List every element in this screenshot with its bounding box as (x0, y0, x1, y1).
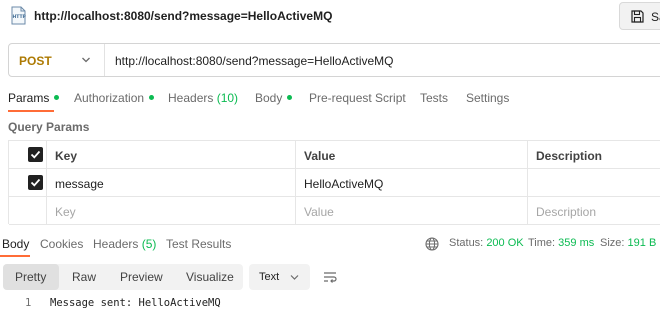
tab-authorization[interactable]: Authorization (74, 91, 155, 105)
active-dot-icon (149, 95, 155, 100)
view-preview-label: Preview (120, 270, 163, 284)
new-description-placeholder: Description (536, 205, 597, 219)
key-column-label: Key (55, 149, 78, 163)
url-bar: POST http://localhost:8080/send?message=… (8, 43, 660, 77)
view-pretty-button[interactable]: Pretty (3, 264, 59, 290)
request-title-bar: HTTP http://localhost:8080/send?message=… (0, 0, 660, 32)
value-column-header: Value (296, 141, 528, 169)
query-params-heading: Query Params (8, 120, 90, 134)
status-value: 200 OK (486, 237, 524, 249)
active-dot-icon (54, 95, 60, 100)
active-response-tab-indicator (0, 255, 30, 257)
tab-headers-count: (10) (216, 91, 239, 105)
size-readout: Size: 191 B (600, 237, 656, 249)
tab-headers-label: Headers (168, 91, 214, 105)
response-view-toggle: Pretty Raw Preview Visualize (3, 264, 243, 290)
response-body[interactable]: 1 Message sent: HelloActiveMQ (0, 294, 660, 318)
url-input[interactable]: http://localhost:8080/send?message=Hello… (115, 54, 394, 68)
format-select-value: Text (259, 271, 280, 283)
param-value: HelloActiveMQ (304, 177, 384, 191)
line-number: 1 (25, 297, 32, 309)
chevron-down-icon (290, 275, 299, 280)
view-visualize-button[interactable]: Visualize (173, 264, 243, 290)
description-column-header: Description (528, 141, 660, 169)
resp-tab-test-results[interactable]: Test Results (166, 237, 231, 251)
response-text: Message sent: HelloActiveMQ (50, 297, 221, 309)
tab-authorization-label: Authorization (74, 91, 145, 105)
value-column-label: Value (304, 149, 336, 163)
tab-headers[interactable]: Headers (10) (168, 91, 238, 105)
row-checkbox-cell (9, 169, 47, 197)
param-description-cell[interactable] (528, 169, 660, 197)
format-select[interactable]: Text (249, 264, 310, 290)
time-label: Time: (528, 237, 556, 249)
method-select[interactable]: POST (9, 44, 105, 76)
key-column-header: Key (47, 141, 296, 169)
checkbox-checked-icon (30, 150, 41, 159)
method-label: POST (19, 54, 52, 68)
new-value-placeholder: Value (304, 205, 334, 219)
checkbox-checked-icon (30, 178, 41, 187)
active-tab-indicator (8, 110, 54, 112)
time-readout: Time: 359 ms (528, 237, 594, 249)
table-row-new: Key Value Description (9, 197, 660, 225)
resp-tab-headers-count: (5) (141, 237, 157, 251)
tab-body[interactable]: Body (255, 91, 293, 105)
param-value-cell[interactable]: HelloActiveMQ (296, 169, 528, 197)
view-preview-button[interactable]: Preview (107, 264, 173, 290)
resp-tab-body[interactable]: Body (2, 237, 29, 251)
view-pretty-label: Pretty (15, 270, 47, 284)
select-all-checkbox[interactable] (28, 147, 43, 162)
checkbox-header-cell (9, 141, 47, 169)
new-row-checkbox-cell (9, 197, 47, 225)
table-header-row: Key Value Description (9, 141, 660, 169)
param-key: message (55, 177, 104, 191)
save-button[interactable]: Save (619, 2, 660, 30)
request-title[interactable]: http://localhost:8080/send?message=Hello… (34, 9, 332, 23)
http-request-icon: HTTP (11, 6, 27, 25)
status-label: Status: (449, 237, 484, 249)
save-icon (631, 10, 644, 23)
resp-tab-cookies[interactable]: Cookies (40, 237, 83, 251)
resp-tab-headers-label: Headers (93, 237, 139, 251)
time-value: 359 ms (558, 237, 595, 249)
size-label: Size: (600, 237, 625, 249)
tab-settings[interactable]: Settings (466, 91, 509, 105)
query-params-table: Key Value Description message HelloActiv… (8, 140, 660, 225)
save-label: Save (651, 10, 660, 24)
tab-params-label: Params (8, 91, 50, 105)
view-raw-label: Raw (72, 270, 97, 284)
tab-tests[interactable]: Tests (420, 91, 448, 105)
row-enabled-checkbox[interactable] (28, 175, 43, 190)
tab-params[interactable]: Params (8, 91, 60, 105)
request-tabs: Params Authorization Headers (10) Body P… (0, 86, 660, 112)
tab-body-label: Body (255, 91, 283, 105)
new-key-placeholder: Key (55, 205, 76, 219)
chevron-down-icon (82, 57, 90, 63)
svg-text:HTTP: HTTP (13, 14, 27, 20)
resp-tab-headers[interactable]: Headers (5) (93, 237, 156, 251)
param-key-cell[interactable]: message (47, 169, 296, 197)
active-dot-icon (287, 95, 293, 100)
new-value-input[interactable]: Value (296, 197, 528, 225)
response-tabs: Body Cookies Headers (5) Test Results St… (0, 233, 660, 257)
size-value: 191 B (627, 237, 657, 249)
globe-icon[interactable] (425, 237, 439, 251)
wrap-lines-icon[interactable] (322, 269, 338, 285)
description-column-label: Description (536, 149, 603, 163)
view-raw-button[interactable]: Raw (59, 264, 107, 290)
view-visualize-label: Visualize (186, 270, 234, 284)
table-row: message HelloActiveMQ (9, 169, 660, 197)
new-description-input[interactable]: Description (528, 197, 660, 225)
new-key-input[interactable]: Key (47, 197, 296, 225)
tab-prerequest-script[interactable]: Pre-request Script (309, 91, 406, 105)
status-readout: Status: 200 OK (449, 237, 524, 249)
